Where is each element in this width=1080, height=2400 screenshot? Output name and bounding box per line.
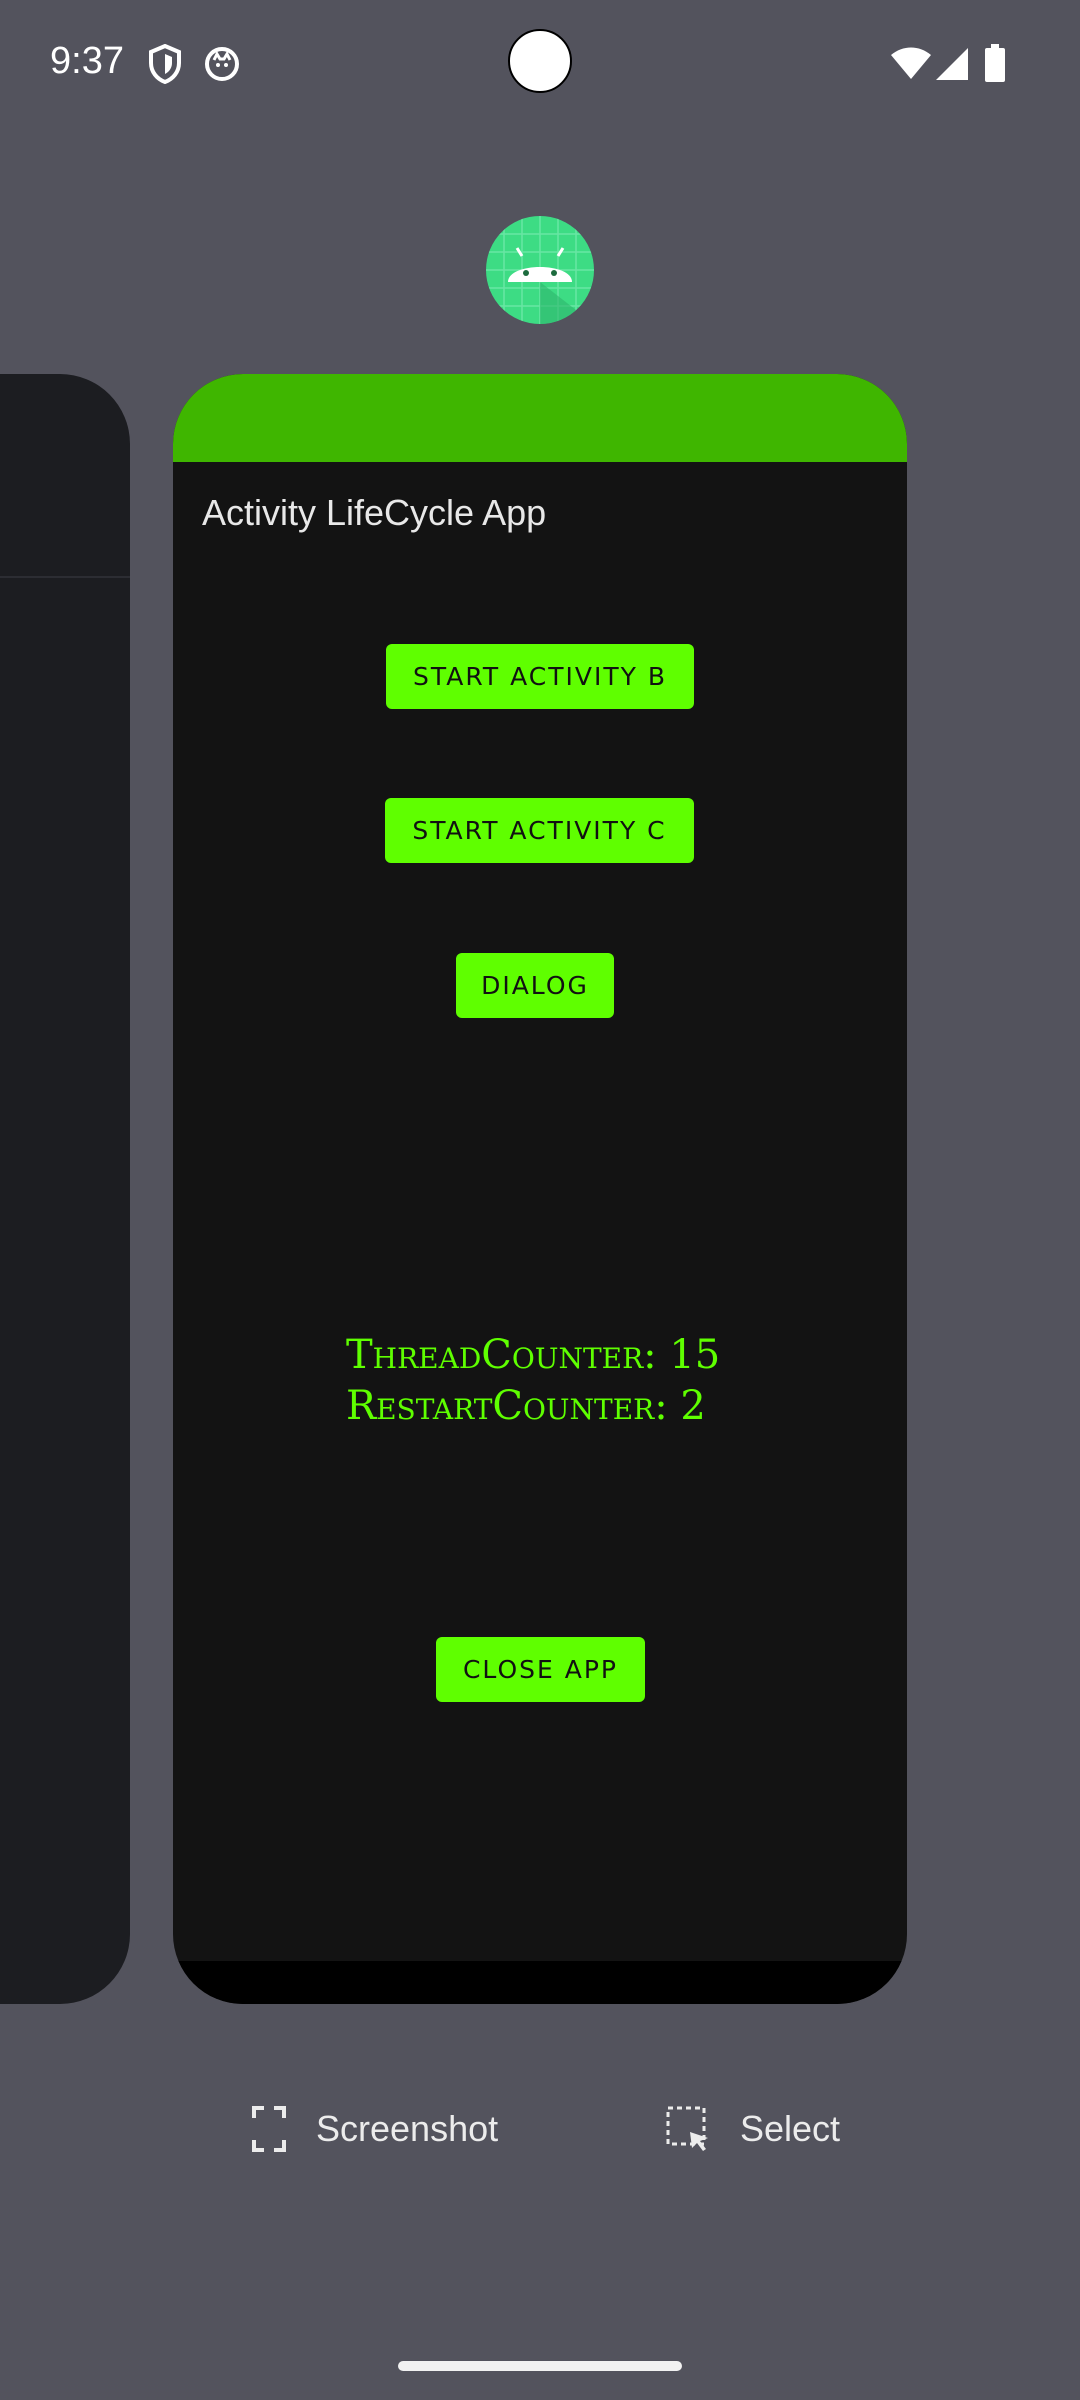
screenshot-label: Screenshot [316,2108,499,2149]
gesture-navigation-handle[interactable] [398,2361,682,2371]
app-title: Activity LifeCycle App [202,492,547,533]
wifi-icon [891,47,931,79]
screenshot-icon [252,2106,286,2152]
select-label: Select [740,2108,841,2149]
status-bar: 9:37 [0,0,1080,130]
shield-icon [149,44,181,84]
start-activity-b-button[interactable]: START ACTIVITY B [386,644,694,709]
android-app-icon[interactable] [486,216,594,324]
divider [0,576,130,578]
select-button[interactable]: Select [666,2106,840,2152]
close-app-button[interactable]: CLOSE APP [436,1637,645,1702]
cellular-signal-icon [936,48,968,80]
app-status-bar-area [173,374,907,462]
dialog-button[interactable]: DIALOG [456,953,614,1018]
thread-counter-text: ThreadCounter: 15 [346,1332,721,1378]
select-icon [666,2106,708,2151]
battery-icon [985,44,1005,82]
status-time: 9:37 [50,40,124,82]
app-nav-bar-area [173,1961,907,2004]
app-preview-card[interactable]: Activity LifeCycle App START ACTIVITY B … [173,374,907,2004]
cat-notification-icon [205,47,239,81]
start-activity-c-button[interactable]: START ACTIVITY C [385,798,694,863]
previous-app-card[interactable] [0,374,130,2004]
front-camera [508,29,572,93]
screenshot-button[interactable]: Screenshot [252,2106,498,2152]
restart-counter-text: RestartCounter: 2 [346,1383,706,1429]
